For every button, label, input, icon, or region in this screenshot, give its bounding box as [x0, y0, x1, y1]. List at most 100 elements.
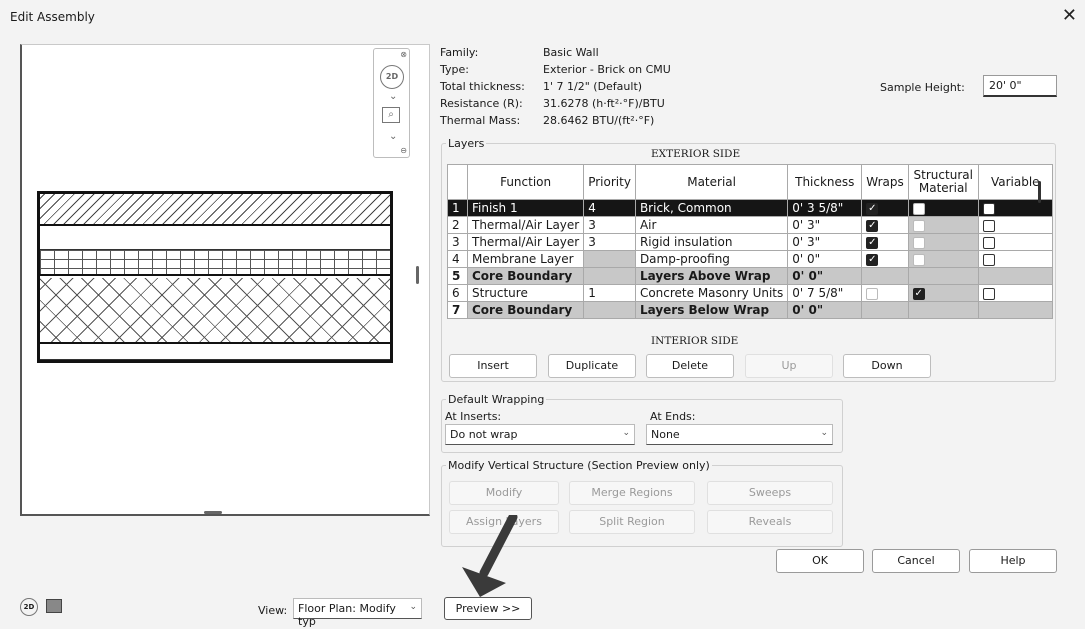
thickness-cell[interactable]: 0' 3"	[787, 233, 863, 251]
priority-cell[interactable]	[583, 301, 636, 319]
down-button[interactable]: Down	[843, 354, 931, 378]
chevron-down-icon[interactable]: ⌄	[389, 131, 397, 142]
material-cell[interactable]: Rigid insulation	[634, 233, 789, 251]
close-small-icon[interactable]: ⊗	[400, 50, 407, 59]
material-cell[interactable]: Air	[634, 216, 789, 234]
column-header[interactable]: Variable	[977, 164, 1053, 200]
thickness-cell[interactable]: 0' 3 5/8"	[787, 199, 863, 217]
wraps-checkbox-cell[interactable]: ✓	[861, 250, 909, 268]
column-header[interactable]: Function	[466, 164, 585, 200]
insert-button[interactable]: Insert	[449, 354, 537, 378]
variable-checkbox[interactable]	[982, 253, 995, 266]
preview-button[interactable]: Preview >>	[444, 597, 532, 620]
3d-view-icon[interactable]	[46, 599, 62, 613]
wraps-checkbox[interactable]: ✓	[866, 202, 879, 215]
merge-regions-button[interactable]: Merge Regions	[569, 481, 695, 505]
cancel-button[interactable]: Cancel	[872, 549, 960, 573]
thickness-cell[interactable]: 0' 0"	[787, 267, 863, 285]
settings-small-icon[interactable]: ⊖	[400, 146, 407, 155]
function-cell[interactable]: Core Boundary	[466, 301, 585, 319]
table-row[interactable]: 7 Core Boundary Layers Below Wrap 0' 0"	[447, 301, 1053, 319]
wraps-checkbox[interactable]	[866, 287, 879, 300]
chevron-down-icon[interactable]: ⌄	[389, 91, 397, 102]
vertical-scroll-handle[interactable]	[416, 266, 419, 284]
variable-checkbox-cell[interactable]	[977, 250, 1053, 268]
navigation-bar[interactable]: ⊗ 2D ⌄ ⌕ ⌄ ⊖	[373, 48, 410, 158]
structural-material-checkbox[interactable]	[912, 236, 925, 249]
column-header[interactable]: Thickness	[787, 164, 863, 200]
row-number-cell[interactable]: 4	[447, 250, 468, 268]
wraps-checkbox-cell[interactable]: ✓	[861, 199, 909, 217]
priority-cell[interactable]: 1	[583, 284, 636, 302]
split-region-button[interactable]: Split Region	[569, 510, 695, 534]
wraps-checkbox-cell[interactable]: ✓	[861, 233, 909, 251]
table-row[interactable]: 3 Thermal/Air Layer 3 Rigid insulation 0' 3"…	[447, 233, 1053, 251]
structural-material-checkbox-cell[interactable]	[907, 233, 979, 251]
layers-table[interactable]: Function Priority Material Thickness Wra…	[447, 164, 1053, 319]
table-row[interactable]: 2 Thermal/Air Layer 3 Air 0' 3" ✓	[447, 216, 1053, 234]
steering-wheel-2d-icon[interactable]: 2D	[380, 65, 404, 89]
structural-material-checkbox-cell[interactable]	[907, 199, 979, 217]
material-cell[interactable]: Damp-proofing	[634, 250, 789, 268]
close-icon[interactable]: ✕	[1062, 5, 1077, 26]
wraps-checkbox-cell[interactable]	[861, 284, 909, 302]
row-number-cell[interactable]: 3	[447, 233, 468, 251]
up-button[interactable]: Up	[745, 354, 833, 378]
priority-cell[interactable]	[583, 250, 636, 268]
thickness-cell[interactable]: 0' 0"	[787, 250, 863, 268]
structural-material-checkbox-cell[interactable]	[907, 267, 979, 285]
material-cell[interactable]: Layers Above Wrap	[634, 267, 789, 285]
priority-cell[interactable]: 3	[583, 216, 636, 234]
variable-checkbox-cell[interactable]	[977, 267, 1053, 285]
function-cell[interactable]: Core Boundary	[466, 267, 585, 285]
view-select[interactable]: Floor Plan: Modify typ ⌄	[293, 598, 422, 628]
at-ends-select[interactable]: None ⌄	[646, 424, 833, 445]
sample-height-input[interactable]: 20' 0"	[983, 75, 1057, 97]
structural-material-checkbox[interactable]	[912, 219, 925, 232]
wraps-checkbox[interactable]: ✓	[866, 219, 879, 232]
structural-material-checkbox[interactable]	[912, 202, 925, 215]
variable-checkbox[interactable]	[982, 287, 995, 300]
table-row[interactable]: 1 Finish 1 4 Brick, Common 0' 3 5/8" ✓	[447, 199, 1053, 217]
variable-checkbox-cell[interactable]	[977, 199, 1053, 217]
row-number-cell[interactable]: 1	[447, 199, 468, 217]
delete-button[interactable]: Delete	[646, 354, 734, 378]
priority-cell[interactable]	[583, 267, 636, 285]
steering-wheel-2d-icon[interactable]: 2D	[20, 598, 38, 616]
function-cell[interactable]: Structure	[466, 284, 585, 302]
help-button[interactable]: Help	[969, 549, 1057, 573]
structural-material-checkbox-cell[interactable]	[907, 250, 979, 268]
variable-checkbox[interactable]	[982, 219, 995, 232]
function-cell[interactable]: Membrane Layer	[466, 250, 585, 268]
reveals-button[interactable]: Reveals	[707, 510, 833, 534]
function-cell[interactable]: Finish 1	[466, 199, 585, 217]
structural-material-checkbox-cell[interactable]	[907, 301, 979, 319]
row-number-cell[interactable]: 7	[447, 301, 468, 319]
wraps-checkbox[interactable]: ✓	[866, 253, 879, 266]
row-number-cell[interactable]: 5	[447, 267, 468, 285]
material-cell[interactable]: Brick, Common	[634, 199, 789, 217]
material-cell[interactable]: Concrete Masonry Units	[634, 284, 789, 302]
variable-checkbox-cell[interactable]	[977, 233, 1053, 251]
zoom-icon[interactable]: ⌕	[382, 107, 400, 123]
variable-checkbox[interactable]	[982, 236, 995, 249]
thickness-cell[interactable]: 0' 3"	[787, 216, 863, 234]
wraps-checkbox-cell[interactable]: ✓	[861, 216, 909, 234]
column-header[interactable]: Structural Material	[907, 164, 979, 200]
duplicate-button[interactable]: Duplicate	[548, 354, 636, 378]
modify-button[interactable]: Modify	[449, 481, 559, 505]
table-row[interactable]: 4 Membrane Layer Damp-proofing 0' 0" ✓	[447, 250, 1053, 268]
function-cell[interactable]: Thermal/Air Layer	[466, 233, 585, 251]
variable-checkbox-cell[interactable]	[977, 301, 1053, 319]
structural-material-checkbox[interactable]	[912, 253, 925, 266]
material-cell[interactable]: Layers Below Wrap	[634, 301, 789, 319]
thickness-cell[interactable]: 0' 7 5/8"	[787, 284, 863, 302]
structural-material-checkbox-cell[interactable]	[907, 216, 979, 234]
ok-button[interactable]: OK	[776, 549, 864, 573]
variable-checkbox-cell[interactable]	[977, 216, 1053, 234]
column-header[interactable]: Wraps	[861, 164, 909, 200]
table-row[interactable]: 5 Core Boundary Layers Above Wrap 0' 0"	[447, 267, 1053, 285]
structural-material-checkbox-cell[interactable]: ✓	[907, 284, 979, 302]
priority-cell[interactable]: 3	[583, 233, 636, 251]
wraps-checkbox[interactable]: ✓	[866, 236, 879, 249]
